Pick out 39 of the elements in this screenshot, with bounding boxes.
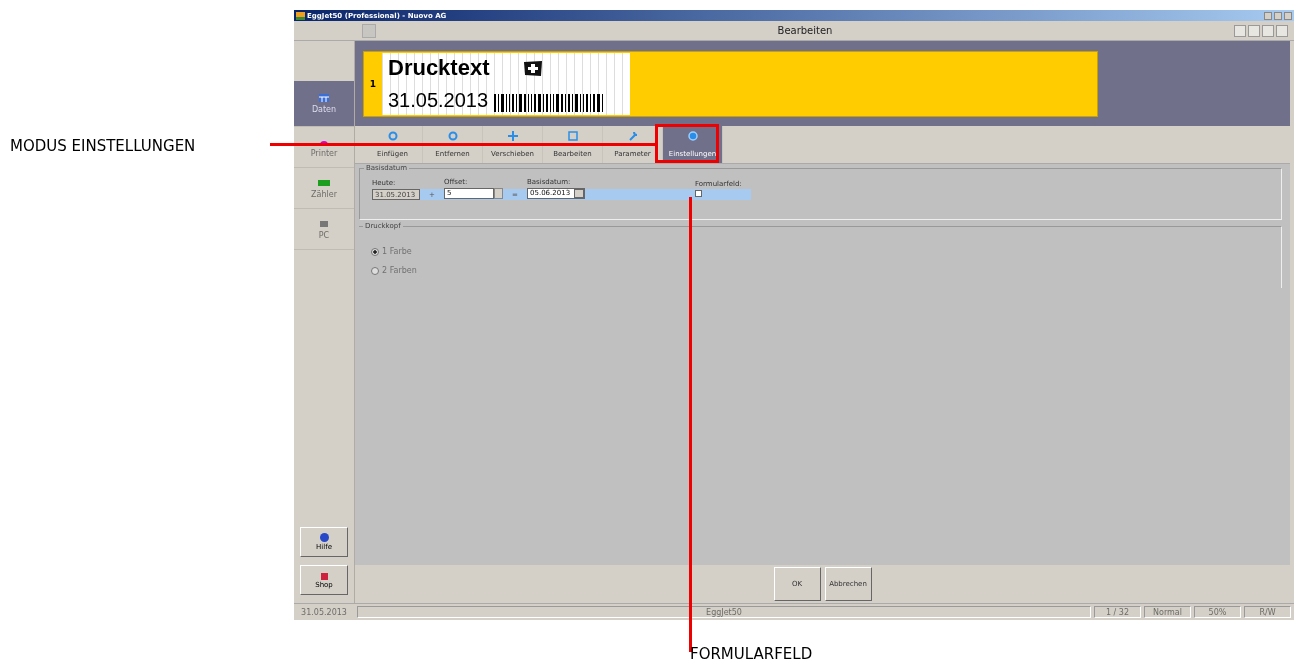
view-button[interactable] xyxy=(1276,24,1288,37)
status-date: 31.05.2013 xyxy=(300,607,348,617)
callout-label: FORMULARFELD xyxy=(690,645,813,663)
status-page: 1 / 32 xyxy=(1094,606,1141,618)
radio-label: 1 Farbe xyxy=(382,247,412,256)
status-mode: Normal xyxy=(1144,606,1191,618)
highlight-frame xyxy=(655,124,719,163)
sidebar-item[interactable]: Daten xyxy=(294,81,354,127)
line-number: 1 xyxy=(368,78,378,89)
radio-button[interactable] xyxy=(371,247,379,256)
minimize-button[interactable] xyxy=(1264,11,1272,20)
print-text: Drucktext xyxy=(388,55,490,81)
view-button[interactable] xyxy=(1234,24,1246,37)
cross-flag-icon xyxy=(523,59,544,77)
remove-icon xyxy=(447,131,458,141)
radio-label: 2 Farben xyxy=(382,266,417,275)
status-zoom: 50% xyxy=(1194,606,1241,618)
app-icon xyxy=(296,11,305,20)
maximize-button[interactable] xyxy=(1274,11,1282,20)
shop-icon xyxy=(319,571,329,580)
checkbox[interactable] xyxy=(695,189,702,197)
callout-label: MODUS EINSTELLUNGEN xyxy=(10,137,196,155)
settings-icon xyxy=(687,131,698,141)
wrench-icon xyxy=(627,131,638,141)
view-button[interactable] xyxy=(1262,24,1274,37)
counter-icon xyxy=(318,177,330,188)
add-icon xyxy=(387,131,398,141)
view-button[interactable] xyxy=(1248,24,1260,37)
spin-button[interactable] xyxy=(494,187,503,199)
help-icon xyxy=(319,533,329,542)
page-title: Bearbeiten xyxy=(776,25,834,36)
calendar-icon xyxy=(318,93,330,103)
radio-button[interactable] xyxy=(371,266,379,275)
move-icon xyxy=(507,131,518,141)
monitor-icon xyxy=(318,218,330,229)
status-app-name: EggJet50 xyxy=(357,606,1091,618)
status-access: R/W xyxy=(1244,606,1291,618)
print-date: 31.05.2013 xyxy=(388,88,489,112)
close-button[interactable] xyxy=(1284,11,1292,20)
